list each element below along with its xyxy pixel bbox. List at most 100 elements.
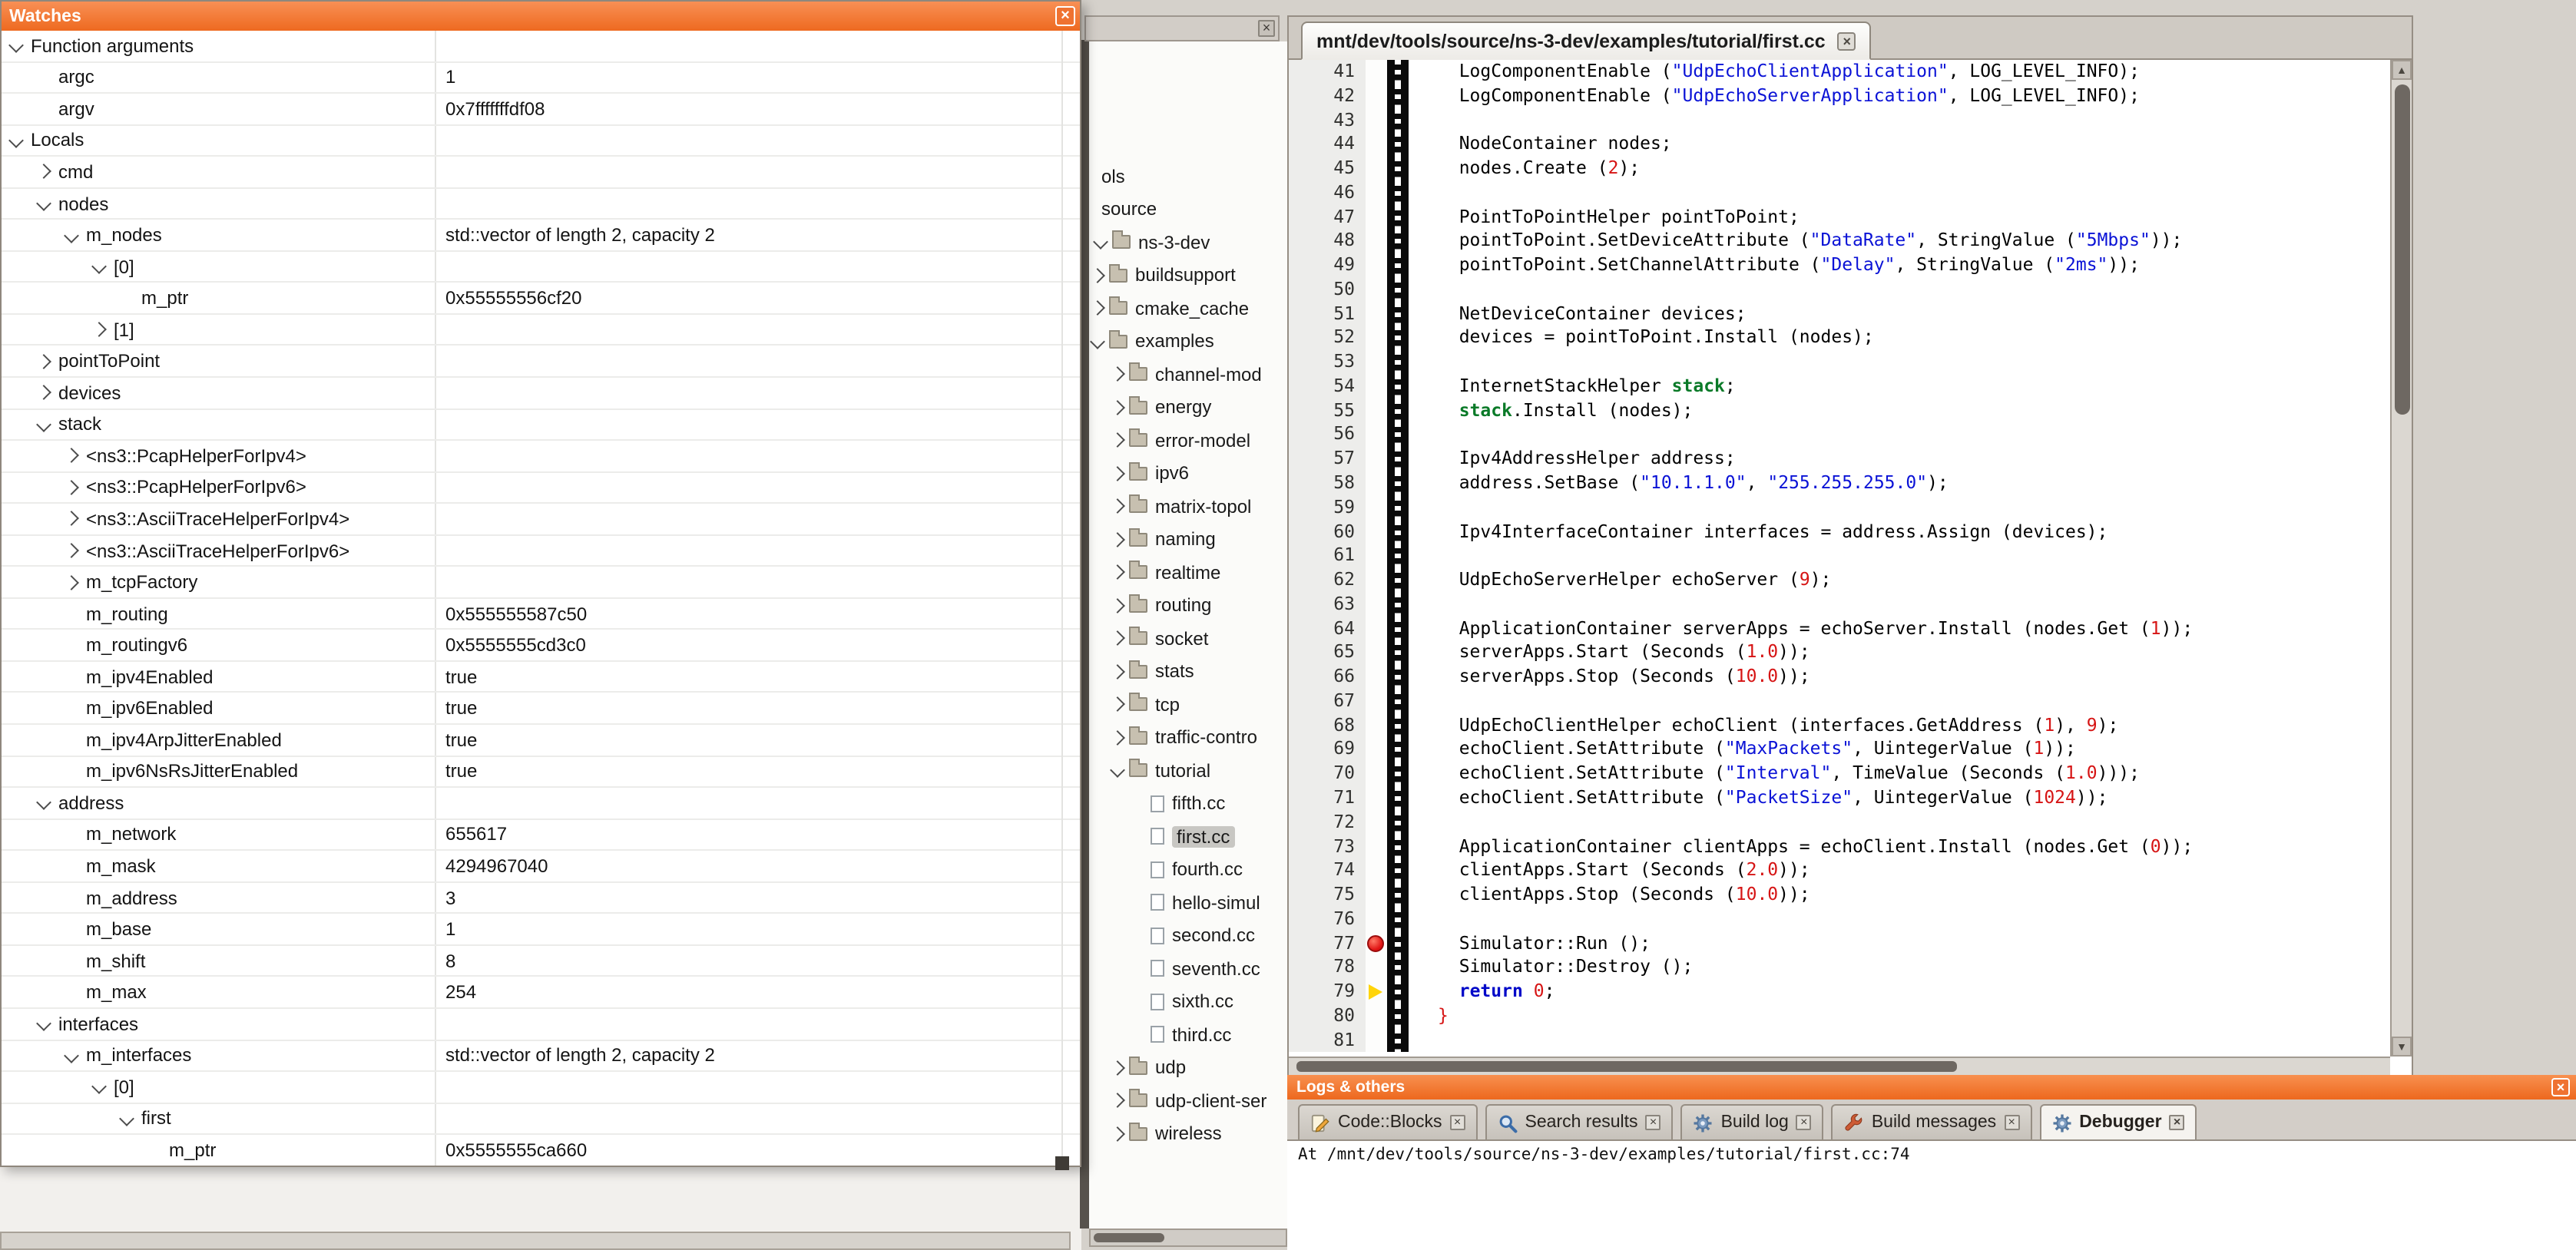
watch-row[interactable]: argc 1	[2, 62, 1080, 94]
watch-value[interactable]: 0x5555555cd3c0	[436, 634, 1080, 656]
marker-margin[interactable]	[1366, 302, 1387, 326]
code-line[interactable]: 75 clientApps.Stop (Seconds (10.0));	[1289, 883, 2390, 908]
tree-item[interactable]: socket	[1089, 622, 1287, 655]
expander-icon[interactable]	[1110, 433, 1125, 448]
expander-icon[interactable]	[8, 133, 24, 148]
tree-item[interactable]: energy	[1089, 391, 1287, 424]
tree-item[interactable]: matrix-topol	[1089, 490, 1287, 523]
tree-item[interactable]: fifth.cc	[1089, 787, 1287, 820]
watch-row[interactable]: m_shift 8	[2, 946, 1080, 977]
watch-value[interactable]: 8	[436, 950, 1080, 971]
code-line[interactable]: 69 echoClient.SetAttribute ("MaxPackets"…	[1289, 738, 2390, 762]
expander-icon[interactable]	[91, 259, 107, 274]
expander-icon[interactable]	[64, 1048, 79, 1063]
expander-icon[interactable]	[1110, 565, 1125, 580]
code-line[interactable]: 42 LogComponentEnable ("UdpEchoServerApp…	[1289, 84, 2390, 109]
code-line[interactable]: 63	[1289, 593, 2390, 617]
marker-margin[interactable]	[1366, 84, 1387, 109]
marker-margin[interactable]	[1366, 375, 1387, 399]
expander-icon[interactable]	[1110, 1126, 1125, 1142]
code-area[interactable]: 41 LogComponentEnable ("UdpEchoClientApp…	[1289, 60, 2390, 1057]
marker-margin[interactable]	[1366, 568, 1387, 593]
watch-value[interactable]: true	[436, 666, 1080, 687]
watch-value[interactable]: 0x555555587c50	[436, 603, 1080, 624]
code-line[interactable]: 54 InternetStackHelper stack;	[1289, 375, 2390, 399]
marker-margin[interactable]	[1366, 157, 1387, 181]
logs-tab-debugger[interactable]: Debugger ×	[2039, 1104, 2197, 1139]
code-line[interactable]: 46	[1289, 181, 2390, 206]
expander-icon[interactable]	[91, 1080, 107, 1095]
management-close-icon[interactable]: ×	[1258, 20, 1275, 37]
expander-icon[interactable]	[64, 480, 79, 495]
marker-margin[interactable]	[1366, 931, 1387, 956]
code-line[interactable]: 71 echoClient.SetAttribute ("PacketSize"…	[1289, 786, 2390, 811]
expander-icon[interactable]	[1110, 631, 1125, 646]
watch-row[interactable]: m_base 1	[2, 914, 1080, 946]
expander-icon[interactable]	[1110, 730, 1125, 746]
logs-tab-build-messages[interactable]: Build messages ×	[1832, 1104, 2031, 1139]
watch-value[interactable]: 1	[436, 918, 1080, 940]
tree-item-selected[interactable]: first.cc	[1089, 820, 1287, 853]
expander-icon[interactable]	[64, 543, 79, 558]
marker-margin[interactable]	[1366, 713, 1387, 738]
code-line[interactable]: 65 serverApps.Start (Seconds (1.0));	[1289, 641, 2390, 666]
marker-margin[interactable]	[1366, 956, 1387, 980]
watch-value[interactable]: true	[436, 698, 1080, 719]
tab-close-icon[interactable]: ×	[2170, 1115, 2185, 1130]
watch-row[interactable]: m_ptr 0x5555555ca660	[2, 1135, 1080, 1166]
marker-margin[interactable]	[1366, 762, 1387, 786]
tree-item[interactable]: naming	[1089, 523, 1287, 556]
tree-item[interactable]: wireless	[1089, 1117, 1287, 1150]
expander-icon[interactable]	[64, 227, 79, 243]
marker-margin[interactable]	[1366, 738, 1387, 762]
code-line[interactable]: 51 NetDeviceContainer devices;	[1289, 302, 2390, 326]
watch-row[interactable]: m_ipv4ArpJitterEnabled true	[2, 725, 1080, 756]
tree-item[interactable]: error-model	[1089, 424, 1287, 457]
tab-close-icon[interactable]: ×	[1838, 31, 1856, 50]
logs-titlebar[interactable]: Logs & others ×	[1287, 1075, 2576, 1100]
expander-icon[interactable]	[1110, 532, 1125, 547]
expander-icon[interactable]	[91, 322, 107, 337]
tree-item[interactable]: ipv6	[1089, 457, 1287, 490]
tree-item[interactable]: examples	[1089, 325, 1287, 358]
tree-item[interactable]: udp-client-ser	[1089, 1084, 1287, 1117]
code-line[interactable]: 61	[1289, 544, 2390, 569]
expander-icon[interactable]	[36, 354, 51, 369]
watch-row[interactable]: first	[2, 1103, 1080, 1135]
watch-row[interactable]: devices	[2, 378, 1080, 409]
scroll-down-icon[interactable]: ▼	[2392, 1037, 2412, 1057]
logs-tab-search-results[interactable]: Search results ×	[1485, 1104, 1674, 1139]
watch-value[interactable]: 0x5555555ca660	[436, 1139, 1080, 1161]
editor-tab-first-cc[interactable]: mnt/dev/tools/source/ns-3-dev/examples/t…	[1301, 21, 1872, 60]
tree-item[interactable]: ns-3-dev	[1089, 226, 1287, 259]
marker-margin[interactable]	[1366, 181, 1387, 206]
watch-row[interactable]: m_ipv4Enabled true	[2, 662, 1080, 693]
watch-row[interactable]: <ns3::PcapHelperForIpv4>	[2, 441, 1080, 472]
watches-titlebar[interactable]: Watches ×	[2, 2, 1080, 31]
watch-row[interactable]: m_routing 0x555555587c50	[2, 599, 1080, 630]
code-line[interactable]: 50	[1289, 278, 2390, 303]
watch-row[interactable]: nodes	[2, 188, 1080, 220]
expander-icon[interactable]	[36, 1017, 51, 1032]
expander-icon[interactable]	[1110, 1093, 1125, 1109]
expander-icon[interactable]	[1110, 664, 1125, 680]
expander-icon[interactable]	[36, 164, 51, 180]
expander-icon[interactable]	[1090, 301, 1105, 316]
marker-margin[interactable]	[1366, 641, 1387, 666]
marker-margin[interactable]	[1366, 350, 1387, 375]
code-line[interactable]: 70 echoClient.SetAttribute ("Interval", …	[1289, 762, 2390, 786]
scrollbar-thumb[interactable]	[1296, 1061, 1957, 1072]
tree-item[interactable]: fourth.cc	[1089, 853, 1287, 886]
watch-row[interactable]: argv 0x7fffffffdf08	[2, 94, 1080, 125]
watch-row[interactable]: [0]	[2, 1072, 1080, 1103]
code-line[interactable]: 60 Ipv4InterfaceContainer interfaces = a…	[1289, 520, 2390, 544]
code-line[interactable]: 78 Simulator::Destroy ();	[1289, 956, 2390, 980]
watch-value[interactable]: 655617	[436, 824, 1080, 845]
expander-icon[interactable]	[36, 385, 51, 401]
marker-margin[interactable]	[1366, 520, 1387, 544]
watch-row[interactable]: [1]	[2, 315, 1080, 346]
marker-margin[interactable]	[1366, 617, 1387, 641]
code-line[interactable]: 59	[1289, 496, 2390, 521]
watch-row[interactable]: pointToPoint	[2, 346, 1080, 378]
watch-row[interactable]: m_routingv6 0x5555555cd3c0	[2, 630, 1080, 662]
